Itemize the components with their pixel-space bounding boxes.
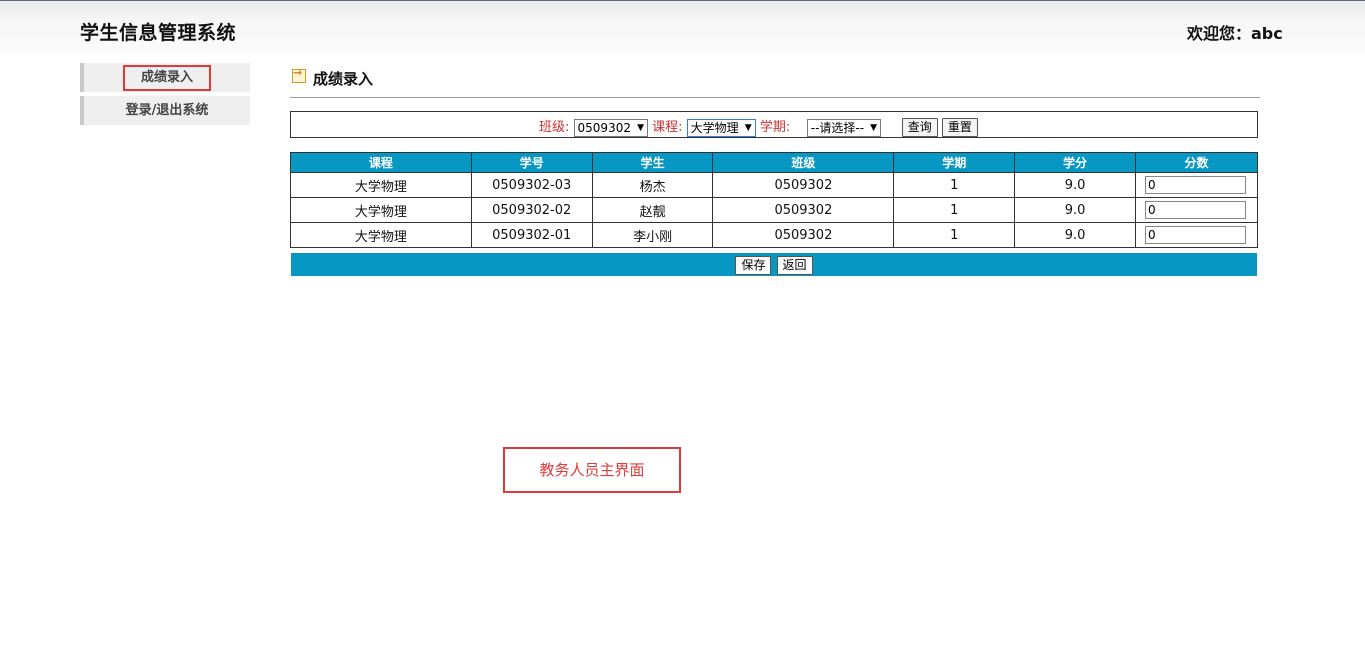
back-button[interactable]: 返回 [776,256,813,275]
caret-down-icon: ▼ [744,122,752,133]
column-header-student-id: 学号 [470,152,593,173]
cell-student: 杨杰 [591,172,714,198]
class-label: 班级: [539,120,570,135]
app-title: 学生信息管理系统 [80,22,237,44]
cell-credit: 9.0 [1014,222,1136,248]
term-select[interactable]: --请选择-- ▼ [806,118,882,137]
caret-down-icon: ▼ [870,122,878,133]
sidebar-item-score-entry[interactable]: 成绩录入 [80,63,250,92]
score-table: 课程 学号 学生 班级 学期 学分 分数 大学物理 0509302-03 杨杰 … [290,152,1259,248]
column-header-class: 班级 [712,152,895,173]
score-input[interactable] [1144,226,1246,244]
cell-term: 1 [893,197,1016,223]
course-label: 课程: [652,120,683,135]
table-row: 大学物理 0509302-03 杨杰 0509302 1 9.0 [290,172,1259,198]
sidebar-item-label: 成绩录入 [122,65,211,91]
arrow-right-icon [292,66,306,83]
column-header-credit: 学分 [1014,152,1136,173]
course-select[interactable]: 大学物理 ▼ [686,118,756,137]
cell-course: 大学物理 [290,172,472,198]
column-header-score: 分数 [1134,152,1259,173]
cell-student: 赵靓 [591,197,714,223]
score-input[interactable] [1144,176,1246,194]
divider [290,97,1260,98]
cell-term: 1 [893,222,1016,248]
cell-course: 大学物理 [290,197,472,223]
cell-course: 大学物理 [290,222,472,248]
cell-term: 1 [893,172,1016,198]
caret-down-icon: ▼ [637,122,644,133]
cell-class: 0509302 [712,172,895,198]
filter-bar: 班级: 0509302 ▼ 课程: 大学物理 ▼ 学期: --请选择-- ▼ 查询 重… [290,111,1258,138]
table-header-row: 课程 学号 学生 班级 学期 学分 分数 [290,152,1259,173]
reset-button[interactable]: 重置 [941,118,978,137]
cell-class: 0509302 [712,222,895,248]
cell-score [1134,197,1259,223]
cell-class: 0509302 [712,197,895,223]
query-button[interactable]: 查询 [901,118,938,137]
table-action-bar: 保存 返回 [291,253,1257,276]
cell-score [1134,172,1259,198]
column-header-course: 课程 [290,152,472,173]
sidebar-item-label: 登录/退出系统 [125,103,209,118]
cell-score [1134,222,1259,248]
welcome-user: 欢迎您：abc [1187,24,1283,43]
sidebar-item-login-logout[interactable]: 登录/退出系统 [80,96,250,125]
cell-student-id: 0509302-01 [470,222,593,248]
annotation-label: 教务人员主界面 [503,447,681,493]
cell-credit: 9.0 [1014,197,1136,223]
term-label: 学期: [759,120,791,135]
top-bar: 学生信息管理系统 欢迎您：abc [0,0,1365,53]
cell-student: 李小刚 [591,222,714,248]
class-select[interactable]: 0509302 ▼ [573,118,648,137]
cell-student-id: 0509302-02 [470,197,593,223]
column-header-term: 学期 [893,152,1016,173]
sidebar: 成绩录入 登录/退出系统 [80,63,250,129]
cell-credit: 9.0 [1014,172,1136,198]
save-button[interactable]: 保存 [735,256,772,275]
column-header-student: 学生 [591,152,714,173]
score-input[interactable] [1144,201,1246,219]
page-title: 成绩录入 [313,70,374,88]
table-row: 大学物理 0509302-01 李小刚 0509302 1 9.0 [290,222,1259,248]
cell-student-id: 0509302-03 [470,172,593,198]
table-row: 大学物理 0509302-02 赵靓 0509302 1 9.0 [290,197,1259,223]
